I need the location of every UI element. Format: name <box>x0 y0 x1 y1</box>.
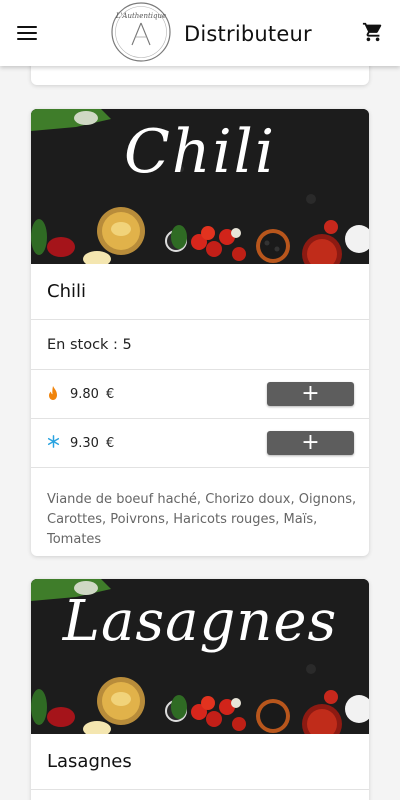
product-image: Lasagnes <box>31 579 369 734</box>
stock-row: En stock : 5 <box>31 320 369 370</box>
product-name: Lasagnes <box>47 751 132 772</box>
product-description: Viande de boeuf haché, Chorizo doux, Oig… <box>47 492 357 547</box>
product-image: Chili <box>31 109 369 264</box>
product-name-row: Chili <box>31 264 369 320</box>
product-name-row: Lasagnes <box>31 734 369 790</box>
page-title: Distributeur <box>184 22 312 46</box>
product-image-title: Chili <box>123 117 277 187</box>
flame-icon <box>49 386 57 400</box>
add-frozen-button[interactable]: + <box>267 431 354 455</box>
price-row-fresh: 9.80 € + <box>31 370 369 419</box>
product-card[interactable]: Chili Chili En stock : 5 9.80 € + 9.30 €… <box>31 109 369 556</box>
stock-label: En stock : 5 <box>47 337 132 353</box>
product-name: Chili <box>47 281 86 302</box>
product-image-title: Lasagnes <box>62 589 338 654</box>
logo: L'Authentique <box>111 2 171 62</box>
price-row-frozen: 9.30 € + <box>31 419 369 468</box>
price-value: 9.30 <box>70 436 99 451</box>
price-currency: € <box>106 436 115 451</box>
add-fresh-button[interactable]: + <box>267 382 354 406</box>
cart-icon[interactable] <box>362 21 384 43</box>
price-currency: € <box>106 387 115 402</box>
price-value: 9.80 <box>70 387 99 402</box>
app-bar: L'Authentique Distributeur <box>0 0 400 66</box>
logo-text: L'Authentique <box>115 12 166 20</box>
product-card[interactable]: Lasagnes Lasagnes <box>31 579 369 800</box>
menu-icon[interactable] <box>17 25 37 41</box>
snowflake-icon <box>47 435 60 448</box>
